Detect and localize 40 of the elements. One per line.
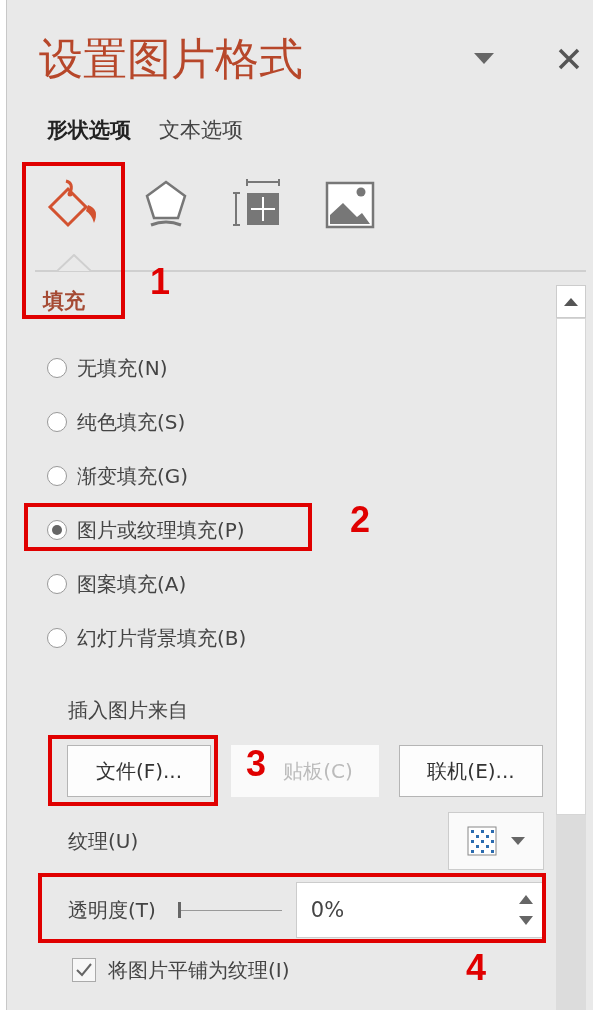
checkbox[interactable] bbox=[72, 958, 96, 982]
checkbox-label[interactable]: 将图片平铺为纹理(I) bbox=[108, 956, 290, 984]
up-arrow-icon bbox=[564, 297, 578, 306]
radio-button[interactable] bbox=[47, 574, 67, 594]
options-tab[interactable]: 形状选项 bbox=[47, 116, 131, 144]
insert-from-label: 插入图片来自 bbox=[67, 697, 189, 724]
radio-button[interactable] bbox=[47, 466, 67, 486]
texture-dropdown[interactable] bbox=[448, 812, 544, 870]
transparency-field[interactable]: 0% bbox=[295, 882, 544, 938]
radio-button[interactable] bbox=[47, 358, 67, 378]
size-position-icon bbox=[233, 179, 283, 229]
radio-label[interactable]: 图片或纹理填充(P) bbox=[77, 516, 245, 544]
panel-title: 设置图片格式 bbox=[39, 31, 304, 86]
radio-button[interactable] bbox=[47, 520, 67, 540]
scroll-up-button[interactable] bbox=[556, 285, 586, 318]
annotation-number: 1 bbox=[150, 262, 171, 302]
radio-label[interactable]: 图案填充(A) bbox=[77, 570, 187, 598]
picture-icon bbox=[325, 179, 375, 229]
annotation-number: 4 bbox=[466, 948, 487, 988]
close-icon[interactable] bbox=[558, 48, 580, 70]
texture-swatch-icon bbox=[467, 826, 497, 856]
transparency-slider[interactable] bbox=[177, 900, 282, 920]
scroll-thumb[interactable] bbox=[556, 318, 586, 815]
dropdown-caret-icon[interactable] bbox=[474, 53, 494, 65]
radio-button[interactable] bbox=[47, 412, 67, 432]
insert-button[interactable]: 文件(F)... bbox=[67, 745, 211, 797]
pentagon-icon bbox=[143, 179, 189, 229]
annotation-number: 2 bbox=[350, 500, 371, 540]
options-tab[interactable]: 文本选项 bbox=[159, 116, 243, 144]
texture-label: 纹理(U) bbox=[68, 827, 140, 855]
radio-button[interactable] bbox=[47, 628, 67, 648]
radio-label[interactable]: 无填充(N) bbox=[77, 354, 168, 382]
scrollbar[interactable] bbox=[556, 285, 586, 1010]
radio-label[interactable]: 幻灯片背景填充(B) bbox=[77, 624, 247, 652]
annotation-number: 3 bbox=[246, 744, 267, 784]
radio-label[interactable]: 纯色填充(S) bbox=[77, 408, 186, 436]
radio-label[interactable]: 渐变填充(G) bbox=[77, 462, 189, 490]
transparency-label: 透明度(T) bbox=[68, 896, 156, 924]
insert-button[interactable]: 联机(E)... bbox=[399, 745, 543, 797]
caret-icon bbox=[511, 836, 525, 846]
